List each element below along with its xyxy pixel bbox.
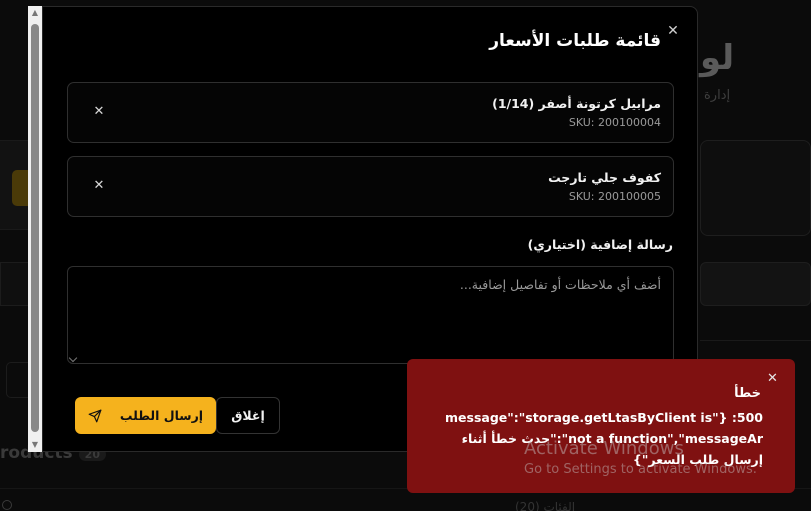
submit-request-button[interactable]: إرسال الطلب [75, 397, 216, 434]
quote-item-card: كفوف جلي تارجت SKU: 200100005 ✕ [67, 156, 674, 217]
item-name: مرابيل كرتونة أصفر (1/14) [492, 96, 661, 111]
background-divider [700, 340, 811, 341]
background-categories-text: (20) الفئات [515, 500, 576, 511]
watermark-subtitle: Go to Settings to activate Windows. [524, 462, 757, 477]
background-card [700, 140, 811, 236]
windows-activation-watermark: Activate Windows Go to Settings to activ… [524, 438, 757, 477]
submit-button-label: إرسال الطلب [119, 408, 204, 423]
send-icon [88, 409, 102, 422]
item-name: كفوف جلي تارجت [548, 170, 661, 185]
message-placeholder: أضف أي ملاحظات أو تفاصيل إضافية... [459, 277, 661, 292]
modal-title: قائمة طلبات الأسعار [489, 31, 661, 51]
resize-handle-icon[interactable] [68, 353, 78, 363]
message-label: رسالة إضافية (اختياري) [527, 237, 673, 252]
quote-item-card: مرابيل كرتونة أصفر (1/14) SKU: 200100004… [67, 82, 674, 143]
modal-scrollbar[interactable]: ▲ ▼ [28, 6, 42, 452]
toast-title: خطأ [734, 386, 761, 401]
scroll-down-arrow-icon[interactable]: ▼ [28, 438, 42, 452]
remove-item-icon[interactable]: ✕ [92, 105, 106, 119]
item-sku: SKU: 200100005 [568, 190, 661, 203]
watermark-title: Activate Windows [524, 438, 684, 459]
close-button[interactable]: إغلاق [216, 397, 280, 434]
background-field [700, 262, 811, 306]
remove-item-icon[interactable]: ✕ [92, 179, 106, 193]
background-page-subtitle: إدارة [704, 88, 731, 103]
scroll-up-arrow-icon[interactable]: ▲ [28, 6, 42, 20]
background-radio [2, 500, 12, 510]
close-icon[interactable]: ✕ [665, 23, 681, 39]
scrollbar-thumb[interactable] [31, 24, 39, 432]
background-page-title: لو [700, 38, 735, 78]
item-sku: SKU: 200100004 [568, 116, 661, 129]
toast-close-icon[interactable]: ✕ [767, 371, 778, 386]
message-textarea[interactable]: أضف أي ملاحظات أو تفاصيل إضافية... [67, 266, 674, 364]
